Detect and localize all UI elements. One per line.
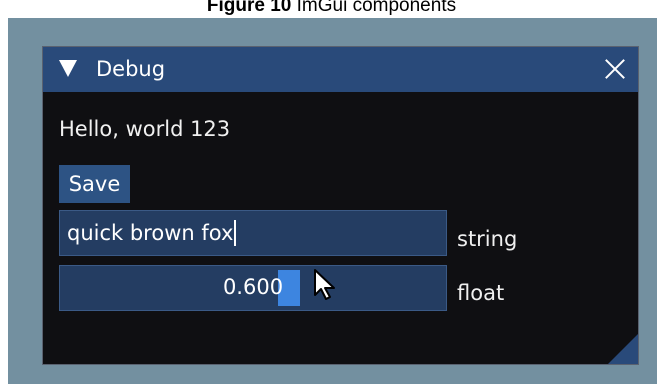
caption-figure-number: Figure 10	[206, 0, 292, 16]
string-input[interactable]: quick brown fox	[59, 210, 447, 256]
resize-grip-icon[interactable]	[608, 334, 638, 364]
collapse-triangle-icon[interactable]	[59, 60, 77, 77]
debug-window[interactable]: Debug Hello, world 123 Save quick brown …	[42, 46, 639, 365]
float-slider-label: float	[457, 281, 505, 305]
text-caret	[234, 220, 237, 246]
mouse-cursor-icon	[314, 269, 335, 300]
window-title: Debug	[96, 57, 166, 81]
string-input-value: quick brown fox	[67, 221, 234, 245]
hello-text: Hello, world 123	[59, 117, 231, 141]
caption-text: ImGui components	[291, 0, 457, 16]
slider-value: 0.600	[222, 275, 284, 299]
close-icon[interactable]	[604, 58, 626, 80]
string-input-label: string	[457, 227, 518, 251]
window-title-bar[interactable]: Debug	[43, 47, 638, 92]
float-slider[interactable]: 0.600	[59, 265, 447, 311]
save-button[interactable]: Save	[59, 165, 130, 203]
